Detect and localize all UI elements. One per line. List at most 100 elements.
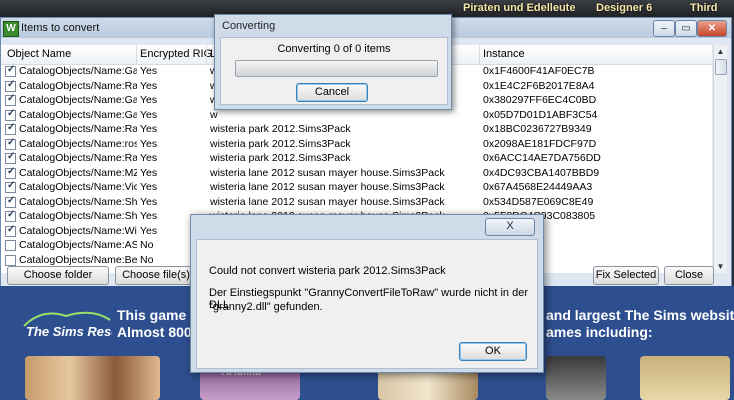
check-mark-icon: ✓	[7, 194, 16, 206]
cell-encrypted: No	[140, 239, 154, 251]
fix-selected-button[interactable]: Fix Selected	[593, 266, 659, 285]
cell-instance: 0x4DC93CBA1407BBD9	[483, 166, 600, 179]
cell-object-name: CatalogObjects/Name:Shin...	[19, 195, 137, 208]
cell-encrypted: Yes	[140, 195, 158, 208]
cell-location: wisteria lane 2012 susan mayer house.Sim…	[210, 166, 445, 179]
cell-encrypted: Yes	[140, 137, 158, 150]
scroll-thumb[interactable]	[715, 59, 727, 75]
banner-photo[interactable]	[25, 356, 160, 400]
cell-encrypted: Yes	[140, 210, 158, 222]
cell-instance: 0x6ACC14AE7DA756DD	[483, 152, 601, 164]
row-checkbox[interactable]: ✓	[5, 165, 16, 179]
row-checkbox[interactable]: ✓	[5, 78, 16, 92]
cell-object-name: CatalogObjects/Name:Win...	[19, 224, 137, 237]
cell-object-name: CatalogObjects/Name:rosesik	[19, 137, 137, 150]
check-mark-icon: ✓	[7, 93, 16, 104]
restore-button[interactable]: ▭	[675, 20, 697, 37]
converting-status: Converting 0 of 0 items	[277, 43, 391, 55]
sims-resource-logo[interactable]: The Sims Resource	[22, 306, 147, 343]
window-title: Items to convert	[21, 22, 100, 34]
row-checkbox[interactable]: ✓	[5, 107, 16, 121]
progress-bar	[235, 60, 438, 77]
cell-encrypted: Yes	[140, 224, 158, 237]
logo-text: The Sims Resource	[26, 324, 112, 339]
check-mark-icon: ✓	[7, 209, 16, 220]
row-checkbox[interactable]	[5, 254, 16, 266]
cell-object-name: CatalogObjects/Name:Ratt...	[19, 152, 137, 164]
cell-location: wisteria lane 2012 susan mayer house.Sim…	[210, 195, 445, 208]
background-tab[interactable]: Piraten und Edelleute	[463, 2, 575, 14]
cell-location: w	[210, 108, 218, 121]
converting-dialog-title: Converting	[222, 20, 276, 32]
cell-instance: 0x2098AE181FDCF97D	[483, 137, 597, 150]
check-mark-icon: ✓	[7, 180, 16, 191]
cell-object-name: CatalogObjects/Name:Shin...	[19, 210, 137, 222]
table-row[interactable]: ✓CatalogObjects/Name:Ratt...Yes wisteria …	[1, 151, 712, 165]
row-checkbox[interactable]	[5, 240, 16, 251]
close-window-button[interactable]: ✕	[697, 20, 727, 37]
cell-location: wisteria lane 2012 susan mayer house.Sim…	[210, 181, 445, 193]
check-mark-icon: ✓	[7, 151, 16, 162]
cell-encrypted: Yes	[140, 166, 158, 179]
check-mark-icon: ✓	[7, 107, 16, 119]
background-tab[interactable]: Designer 6	[596, 2, 652, 14]
scroll-down-icon[interactable]: ▼	[714, 260, 727, 273]
error-dialog: X Could not convert wisteria park 2012.S…	[190, 214, 544, 373]
check-mark-icon: ✓	[7, 136, 16, 148]
cell-object-name: CatalogObjects/Name:Gart...	[19, 94, 137, 106]
row-checkbox[interactable]: ✓	[5, 136, 16, 150]
error-detail: "granny2.dll" gefunden.	[209, 301, 323, 313]
cell-object-name: CatalogObjects/Name:Gard...	[19, 65, 137, 77]
table-row[interactable]: ✓CatalogObjects/Name:MZ_...Yes wisteria l…	[1, 165, 712, 180]
cell-object-name: CatalogObjects/Name:ASC...	[19, 239, 137, 251]
vertical-scrollbar[interactable]: ▲ ▼	[713, 45, 727, 273]
close-dialog-button[interactable]: X	[485, 218, 535, 236]
cell-instance: 0x67A4568E24449AA3	[483, 181, 593, 193]
table-row[interactable]: ✓CatalogObjects/Name:rosesikYes wisteria …	[1, 136, 712, 151]
row-checkbox[interactable]: ✓	[5, 122, 16, 135]
cell-instance: 0x534D587E069C8E49	[483, 195, 594, 208]
ok-button[interactable]: OK	[459, 342, 527, 361]
cell-instance: 0x05D7D01D1ABF3C54	[483, 108, 598, 121]
background-tab[interactable]: Third	[690, 2, 718, 14]
converting-dialog: Converting Converting 0 of 0 items Cance…	[214, 14, 452, 110]
close-button[interactable]: Close	[664, 266, 714, 285]
row-checkbox[interactable]: ✓	[5, 151, 16, 164]
choose-files-button[interactable]: Choose file(s)	[115, 266, 197, 285]
choose-folder-button[interactable]: Choose folder	[7, 266, 109, 285]
check-mark-icon: ✓	[7, 78, 16, 90]
error-dialog-body: Could not convert wisteria park 2012.Sim…	[196, 239, 538, 369]
column-header-encrypted-rig[interactable]: Encrypted RIG	[140, 48, 212, 60]
converting-dialog-body: Converting 0 of 0 items Cancel	[220, 37, 448, 105]
cell-object-name: CatalogObjects/Name:Belh...	[19, 253, 137, 266]
row-checkbox[interactable]: ✓	[5, 224, 16, 237]
banner-text: and largest The Sims website.	[546, 307, 734, 323]
table-row[interactable]: ✓CatalogObjects/Name:Shin...Yes wisteria …	[1, 194, 712, 209]
check-mark-icon: ✓	[7, 165, 16, 177]
cell-object-name: CatalogObjects/Name:Gart...	[19, 108, 137, 121]
row-checkbox[interactable]: ✓	[5, 209, 16, 222]
check-mark-icon: ✓	[7, 122, 16, 133]
table-row[interactable]: ✓CatalogObjects/Name:Ratt...Yes wisteria …	[1, 122, 712, 136]
banner-photo[interactable]	[640, 356, 730, 400]
column-header-instance[interactable]: Instance	[483, 48, 525, 60]
check-mark-icon: ✓	[7, 64, 16, 75]
row-checkbox[interactable]: ✓	[5, 64, 16, 77]
row-checkbox[interactable]: ✓	[5, 180, 16, 193]
cell-object-name: CatalogObjects/Name:Ratt...	[19, 79, 137, 92]
cell-location: wisteria park 2012.Sims3Pack	[210, 123, 351, 135]
row-checkbox[interactable]: ✓	[5, 194, 16, 208]
cell-instance: 0x1E4C2F6B2017E8A4	[483, 79, 595, 92]
cell-location: wisteria park 2012.Sims3Pack	[210, 152, 351, 164]
minimize-button[interactable]: –	[653, 20, 675, 37]
column-header-object-name[interactable]: Object Name	[7, 48, 71, 60]
row-checkbox[interactable]: ✓	[5, 93, 16, 106]
cell-instance: 0x18BC0236727B9349	[483, 123, 592, 135]
cancel-button[interactable]: Cancel	[296, 83, 368, 102]
table-row[interactable]: ✓CatalogObjects/Name:Vict...Yes wisteria …	[1, 180, 712, 194]
cell-instance: 0x1F4600F41AF0EC7B	[483, 65, 595, 77]
table-row[interactable]: ✓CatalogObjects/Name:Gart...Yes w 0x05D7D0…	[1, 107, 712, 122]
app-icon: W	[3, 21, 19, 37]
banner-photo[interactable]	[546, 356, 606, 400]
scroll-up-icon[interactable]: ▲	[714, 45, 727, 58]
